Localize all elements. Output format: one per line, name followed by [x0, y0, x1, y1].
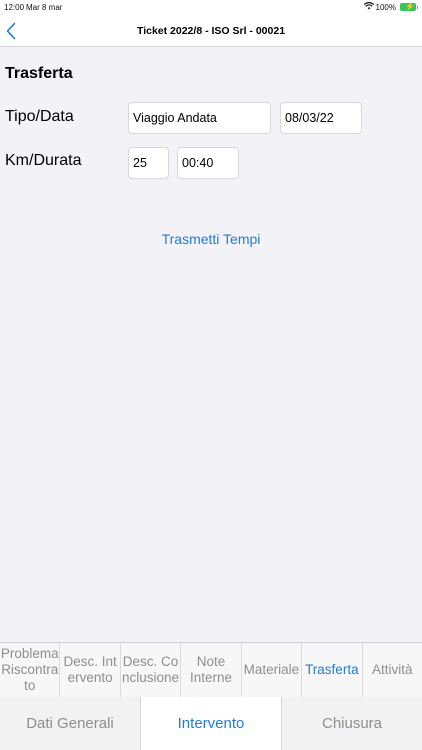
main-tab-bar: Dati Generali Intervento Chiusura [0, 697, 422, 750]
status-date: Mar 8 mar [26, 3, 63, 12]
tab-label: Desc. Conclusione [122, 654, 180, 685]
tab-desc-intervento[interactable]: Desc. Intervento [60, 643, 121, 697]
section-title: Trasferta [5, 65, 73, 82]
tab-chiusura[interactable]: Chiusura [282, 697, 422, 750]
wifi-icon [363, 2, 374, 12]
battery-icon: ⚡ [400, 2, 418, 11]
page-title: Ticket 2022/8 - ISO Srl - 00021 [136, 25, 286, 37]
trasmetti-tempi-button[interactable]: Trasmetti Tempi [0, 231, 422, 247]
charging-bolt-icon: ⚡ [405, 2, 415, 11]
durata-field[interactable] [177, 147, 239, 179]
km-durata-label: Km/Durata [5, 152, 82, 169]
tab-dati-generali[interactable]: Dati Generali [0, 697, 141, 750]
tab-attivita[interactable]: Attività [363, 643, 422, 697]
tab-label: Materiale [243, 662, 300, 677]
tipo-field[interactable] [128, 102, 271, 134]
status-right: 100% ⚡ [363, 2, 418, 12]
tab-trasferta[interactable]: Trasferta [302, 643, 363, 697]
detail-tab-bar: Problema Riscontrato Desc. Intervento De… [0, 642, 422, 698]
data-field[interactable] [280, 102, 362, 134]
navigation-bar: Ticket 2022/8 - ISO Srl - 00021 [0, 16, 422, 47]
battery-percent: 100% [375, 2, 396, 12]
tab-label: Trasferta [305, 662, 359, 677]
km-field[interactable] [128, 147, 169, 179]
tab-desc-conclusione[interactable]: Desc. Conclusione [121, 643, 182, 697]
tab-label: Note Interne [189, 654, 232, 685]
tab-note-interne[interactable]: Note Interne [181, 643, 242, 697]
tab-label: Attività [371, 662, 413, 677]
tab-problema-riscontrato[interactable]: Problema Riscontrato [0, 643, 61, 697]
tab-materiale[interactable]: Materiale [242, 643, 303, 697]
tab-label: Problema Riscontrato [0, 646, 59, 693]
status-time: 12:00 [4, 3, 25, 12]
tipo-data-label: Tipo/Data [5, 108, 74, 125]
tab-intervento[interactable]: Intervento [141, 697, 282, 750]
tab-label: Desc. Intervento [63, 654, 117, 685]
status-bar: 12:00 Mar 8 mar 100% ⚡ [0, 0, 422, 16]
